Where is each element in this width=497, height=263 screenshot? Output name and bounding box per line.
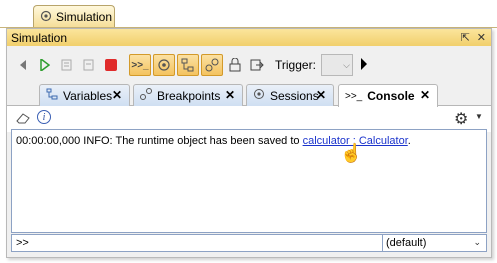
- tab-console[interactable]: >>_ Console ✕: [338, 84, 438, 107]
- tab-variables[interactable]: Variables ✕: [39, 84, 130, 106]
- chevron-down-icon: ⌵: [343, 59, 350, 70]
- stop-icon[interactable]: [101, 55, 121, 75]
- play-icon[interactable]: [35, 55, 55, 75]
- console-icon[interactable]: >>_: [129, 54, 151, 76]
- scope-selected-value: (default): [386, 237, 427, 249]
- console-line-suffix: .: [407, 135, 411, 147]
- outer-tab-label: Simulation: [56, 10, 113, 24]
- close-icon[interactable]: ✕: [112, 88, 122, 102]
- simulation-icon: [40, 10, 52, 25]
- tab-label: Console: [367, 89, 415, 103]
- panel-titlebar: Simulation: [7, 29, 491, 46]
- console-output[interactable]: 00:00:00,000 INFO: The runtime object ha…: [11, 129, 487, 233]
- close-icon[interactable]: ✕: [420, 88, 430, 102]
- variables-icon: [46, 88, 58, 103]
- tab-label: Sessions: [270, 88, 319, 103]
- scope-select[interactable]: (default) ⌄: [382, 234, 487, 252]
- gear-icon[interactable]: ⚙: [454, 109, 468, 129]
- export-icon[interactable]: [247, 55, 267, 75]
- eraser-icon[interactable]: [16, 112, 30, 127]
- trigger-select[interactable]: ⌵: [320, 54, 353, 76]
- console-input[interactable]: >>: [11, 234, 383, 252]
- breakpoints-icon: [140, 88, 152, 103]
- tab-breakpoints[interactable]: Breakpoints ✕: [133, 84, 243, 106]
- restore-icon[interactable]: ⇱: [461, 31, 470, 44]
- step-back-icon[interactable]: [13, 55, 33, 75]
- tab-sessions[interactable]: Sessions ✕: [246, 84, 334, 106]
- info-icon[interactable]: i: [37, 110, 51, 124]
- console-icon: >>_: [345, 90, 363, 102]
- chevron-down-icon: ⌄: [473, 237, 481, 247]
- lock-icon[interactable]: [225, 55, 245, 75]
- close-icon[interactable]: ✕: [316, 88, 326, 102]
- simulation-outer-tab[interactable]: Simulation: [33, 5, 115, 28]
- step-over-icon[interactable]: [79, 55, 99, 75]
- step-into-icon[interactable]: [57, 55, 77, 75]
- breakpoints-icon[interactable]: [201, 54, 223, 76]
- console-line: 00:00:00,000 INFO: The runtime object ha…: [16, 135, 482, 147]
- console-input-value: >>: [16, 237, 29, 249]
- chevron-down-icon[interactable]: ▼: [475, 112, 483, 121]
- simulation-toolbar: >>_ Trigger: ⌵: [7, 46, 491, 84]
- trigger-arrow-icon[interactable]: [360, 57, 367, 73]
- console-line-text: 00:00:00,000 INFO: The runtime object ha…: [16, 135, 303, 147]
- window-controls: ⇱ ✕: [461, 31, 486, 44]
- trigger-label: Trigger:: [275, 58, 316, 72]
- tab-label: Breakpoints: [157, 88, 221, 103]
- close-icon[interactable]: ✕: [225, 88, 235, 102]
- sessions-icon: [253, 88, 265, 103]
- close-icon[interactable]: ✕: [477, 31, 486, 44]
- hand-cursor-icon: ☝: [340, 143, 363, 163]
- tab-label: Variables: [63, 88, 113, 103]
- session-icon[interactable]: [153, 54, 175, 76]
- panel-title: Simulation: [11, 30, 68, 45]
- variables-icon[interactable]: [177, 54, 199, 76]
